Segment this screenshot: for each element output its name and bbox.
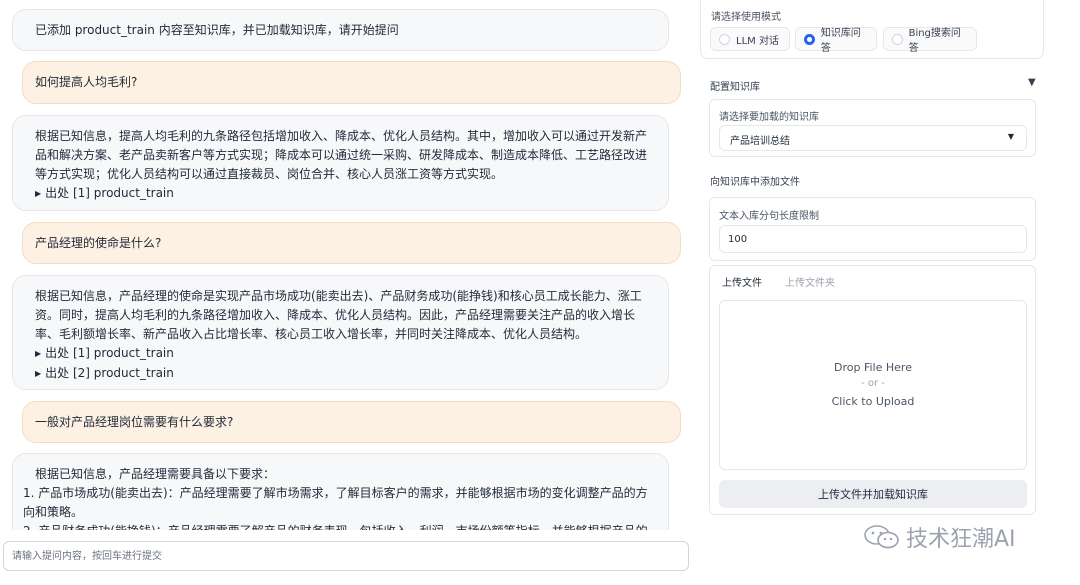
tab-upload-folder[interactable]: 上传文件夹 (785, 274, 835, 289)
source-toggle[interactable]: 出处 [1] product_train (35, 184, 654, 204)
user-message: 一般对产品经理岗位需要有什么要求? (22, 401, 681, 443)
drop-separator: - or - (861, 378, 885, 389)
question-input[interactable] (3, 541, 689, 571)
file-drop-zone[interactable]: Drop File Here - or - Click to Upload (719, 300, 1027, 470)
user-message: 如何提高人均毛利? (22, 61, 681, 104)
kb-selected-value: 产品培训总结 (730, 136, 790, 147)
chunk-length-block: 文本入库分句长度限制 (709, 197, 1036, 261)
option-label: 知识库问答 (820, 28, 861, 54)
add-files-label: 向知识库中添加文件 (710, 177, 800, 188)
mode-option-bing[interactable]: Bing搜索问答 (883, 27, 977, 54)
click-upload-text: Click to Upload (831, 395, 915, 408)
radio-icon (892, 33, 903, 45)
list-item: 1. 产品市场成功(能卖出去)：产品经理需要了解市场需求，了解目标客户的需求，并… (23, 486, 648, 519)
message-text: 如何提高人均毛利? (35, 75, 138, 89)
drop-text: Drop File Here (834, 361, 912, 374)
mode-option-kb[interactable]: 知识库问答 (795, 27, 877, 54)
kb-select-dropdown[interactable]: 产品培训总结 ▼ (719, 125, 1027, 151)
user-message: 产品经理的使命是什么? (22, 222, 681, 264)
source-toggle[interactable]: 出处 [1] product_train (35, 344, 654, 364)
upload-load-kb-button[interactable]: 上传文件并加载知识库 (719, 480, 1027, 508)
bot-message: 已添加 product_train 内容至知识库，并已加载知识库，请开始提问 (12, 9, 669, 51)
radio-selected-icon (804, 33, 815, 45)
list-item: 2. 产品财务成功(能挣钱)：产品经理需要了解产品的财务表现，包括收入、利润、市… (23, 522, 654, 530)
option-label: Bing搜索问答 (908, 28, 961, 54)
dropdown-arrow-icon: ▼ (1007, 132, 1014, 141)
mode-label: 请选择使用模式 (711, 12, 781, 23)
radio-icon (719, 33, 730, 45)
kb-select-block: 请选择要加载的知识库 产品培训总结 ▼ (709, 99, 1036, 157)
message-text: 产品经理的使命是什么? (35, 236, 162, 250)
upload-block: 上传文件 上传文件夹 Drop File Here - or - Click t… (709, 265, 1036, 515)
mode-selector: 请选择使用模式 LLM 对话 知识库问答 Bing搜索问答 (700, 0, 1044, 59)
message-text: 根据已知信息，提高人均毛利的九条路径包括增加收入、降成本、优化人员结构。其中，增… (35, 129, 648, 181)
source-toggle[interactable]: 出处 [2] product_train (35, 364, 654, 384)
chat-panel: 已添加 product_train 内容至知识库，并已加载知识库，请开始提问 如… (0, 0, 690, 530)
message-text: 根据已知信息，产品经理的使命是实现产品市场成功(能卖出去)、产品财务成功(能挣钱… (35, 289, 642, 341)
kb-config-panel: 配置知识库 ▼ 请选择要加载的知识库 产品培训总结 ▼ 向知识库中添加文件 文本… (700, 66, 1044, 522)
mode-option-llm[interactable]: LLM 对话 (710, 27, 790, 51)
kb-config-title[interactable]: 配置知识库 (710, 78, 760, 93)
watermark-text: 技术狂潮AI (906, 527, 1016, 552)
collapse-caret-icon[interactable]: ▼ (1028, 77, 1036, 88)
bot-message: 根据已知信息，产品经理需要具备以下要求： 1. 产品市场成功(能卖出去)：产品经… (12, 453, 669, 530)
message-text: 已添加 product_train 内容至知识库，并已加载知识库，请开始提问 (35, 23, 399, 37)
option-label: LLM 对话 (736, 35, 779, 47)
wechat-icon (864, 525, 899, 549)
kb-select-label: 请选择要加载的知识库 (719, 112, 819, 123)
bot-message: 根据已知信息，产品经理的使命是实现产品市场成功(能卖出去)、产品财务成功(能挣钱… (12, 275, 669, 390)
requirements-list: 1. 产品市场成功(能卖出去)：产品经理需要了解市场需求，了解目标客户的需求，并… (23, 484, 654, 530)
watermark: 技术狂潮AI (862, 522, 1016, 552)
message-text: 根据已知信息，产品经理需要具备以下要求： (35, 467, 276, 481)
sidebar: 请选择使用模式 LLM 对话 知识库问答 Bing搜索问答 配置知识库 ▼ 请选… (700, 0, 1052, 578)
tab-upload-file[interactable]: 上传文件 (722, 274, 762, 289)
chunk-length-label: 文本入库分句长度限制 (719, 211, 819, 222)
bot-message: 根据已知信息，提高人均毛利的九条路径包括增加收入、降成本、优化人员结构。其中，增… (12, 115, 669, 211)
chunk-length-input[interactable] (719, 225, 1027, 253)
message-text: 一般对产品经理岗位需要有什么要求? (35, 415, 234, 429)
